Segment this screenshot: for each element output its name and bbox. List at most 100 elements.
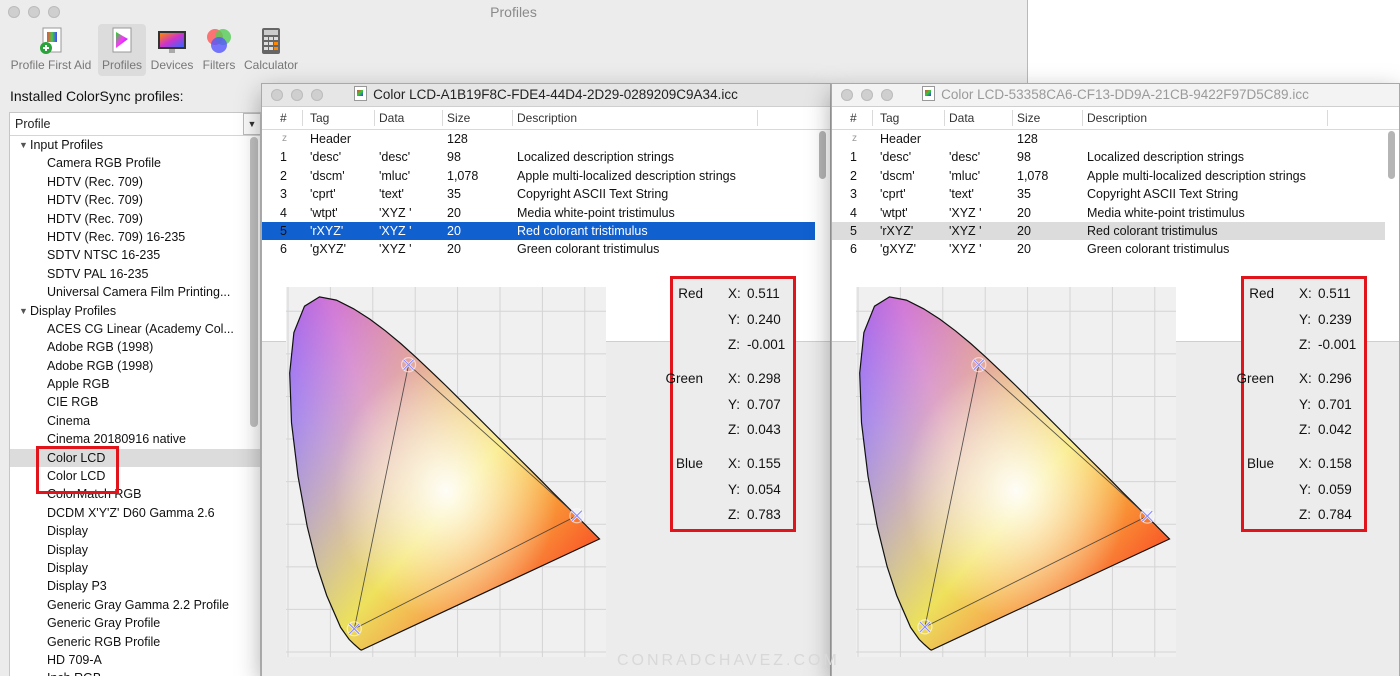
profile-group[interactable]: ▼ Input Profiles (10, 136, 260, 154)
toolbar-profiles[interactable]: Profiles (98, 24, 146, 76)
minimize-button[interactable] (291, 89, 303, 101)
table-row[interactable]: 1 'desc' 'desc' 98 Localized description str… (262, 148, 815, 166)
table-row[interactable]: 1 'desc' 'desc' 98 Localized description str… (832, 148, 1385, 166)
profile-item[interactable]: Adobe RGB (1998) (10, 357, 247, 375)
profile-item[interactable]: Inch RGB (10, 669, 247, 676)
toolbar-devices[interactable]: Devices (148, 24, 196, 76)
column-header-desc[interactable]: Description (517, 107, 577, 129)
profile-item[interactable]: Display (10, 541, 247, 559)
table-row[interactable]: 4 'wtpt' 'XYZ ' 20 Media white-point tristim… (832, 204, 1385, 222)
axis-label: Y: (728, 481, 741, 497)
axis-label: X: (728, 456, 741, 471)
zoom-button[interactable] (881, 89, 893, 101)
cell-desc: Media white-point tristimulus (1087, 205, 1245, 220)
toolbar-profile-first-aid[interactable]: Profile First Aid (8, 24, 94, 76)
profile-item[interactable]: SDTV PAL 16-235 (10, 265, 247, 283)
minimize-button[interactable] (28, 6, 40, 18)
profile-item[interactable]: Display (10, 559, 247, 577)
column-header-data[interactable]: Data (379, 107, 404, 129)
column-header-num[interactable]: # (850, 107, 857, 129)
column-header-tag[interactable]: Tag (880, 107, 899, 129)
profile-item[interactable]: Apple RGB (10, 375, 247, 393)
close-button[interactable] (271, 89, 283, 101)
disclosure-triangle-icon[interactable]: ▼ (19, 136, 28, 154)
profile-item[interactable]: CIE RGB (10, 393, 247, 411)
profile-item[interactable]: HDTV (Rec. 709) (10, 173, 247, 191)
cell-tag: 'desc' (310, 150, 342, 165)
profile-item[interactable]: Camera RGB Profile (10, 154, 247, 172)
minimize-button[interactable] (861, 89, 873, 101)
profile-item[interactable]: HDTV (Rec. 709) 16-235 (10, 228, 247, 246)
zoom-button[interactable] (311, 89, 323, 101)
profile-item[interactable]: Cinema (10, 412, 247, 430)
profile-item[interactable]: SDTV NTSC 16-235 (10, 246, 247, 264)
table-row[interactable]: 3 'cprt' 'text' 35 Copyright ASCII Text Stri… (262, 185, 815, 203)
sidebar-scrollbar[interactable] (250, 137, 258, 427)
column-header-tag[interactable]: Tag (310, 107, 329, 129)
toolbar-calculator[interactable]: Calculator (242, 24, 300, 76)
table-scrollbar[interactable] (1388, 131, 1395, 179)
profile-item[interactable]: Generic RGB Profile (10, 633, 247, 651)
toolbar-filters[interactable]: Filters (197, 24, 241, 76)
colorant-value-row: Y: 0.054 (673, 480, 793, 500)
colorant-value-row: Y: 0.240 (673, 310, 793, 330)
profile-item[interactable]: HD 709-A (10, 651, 247, 669)
profile-tree: ▼ Input Profiles Camera RGB Profile HDTV (R… (10, 136, 260, 676)
profile-item[interactable]: HDTV (Rec. 709) (10, 191, 247, 209)
cell-num: 4 (280, 205, 287, 220)
cell-desc: Apple multi-localized description string… (517, 168, 736, 183)
table-row[interactable]: 4 'wtpt' 'XYZ ' 20 Media white-point tristim… (262, 204, 815, 222)
column-header-desc[interactable]: Description (1087, 107, 1147, 129)
profile-popup[interactable]: Profile ▼ (10, 113, 260, 136)
icc-file-icon (354, 86, 368, 101)
column-header-size[interactable]: Size (1017, 107, 1040, 129)
column-header-size[interactable]: Size (447, 107, 470, 129)
axis-label: Z: (1299, 422, 1311, 438)
cell-size: 128 (447, 132, 468, 146)
chevron-down-icon[interactable]: ▼ (243, 113, 260, 135)
profile-item[interactable]: Display (10, 522, 247, 540)
devices-icon (157, 26, 187, 56)
disclosure-triangle-icon[interactable]: ▼ (19, 302, 28, 320)
profile-item[interactable]: Display P3 (10, 577, 247, 595)
table-row[interactable]: 6 'gXYZ' 'XYZ ' 20 Green colorant tristimulu… (262, 240, 815, 258)
colorant-values: Red X: 0.511 Y: 0.239 Z: -0.001 Green X: 0.296 Y: 0… (1236, 276, 1367, 532)
table-scrollbar[interactable] (819, 131, 826, 179)
colorant-y-value: 0.707 (747, 396, 781, 412)
cell-desc: Copyright ASCII Text String (517, 187, 669, 202)
table-row[interactable]: 5 'rXYZ' 'XYZ ' 20 Red colorant tristimulus (832, 221, 1385, 241)
cell-data: 'text' (379, 187, 404, 202)
close-button[interactable] (8, 6, 20, 18)
profile-item[interactable]: DCDM X'Y'Z' D60 Gamma 2.6 (10, 504, 247, 522)
table-row[interactable]: 2 'dscm' 'mluc' 1,078 Apple multi-localized … (832, 167, 1385, 185)
close-button[interactable] (841, 89, 853, 101)
profile-item[interactable]: Generic Gray Profile (10, 614, 247, 632)
profile-item[interactable]: Cinema 20180916 native (10, 430, 247, 448)
profile-item[interactable]: Color LCD (10, 467, 247, 485)
window-title-bar: Color LCD-53358CA6-CF13-DD9A-21CB-9422F9… (832, 84, 1399, 107)
profile-item[interactable]: Generic Gray Gamma 2.2 Profile (10, 596, 247, 614)
table-row[interactable]: 5 'rXYZ' 'XYZ ' 20 Red colorant tristimulus (262, 221, 815, 241)
zoom-button[interactable] (48, 6, 60, 18)
axis-label: Z: (728, 422, 740, 438)
profile-list[interactable]: Profile ▼ ▼ Input Profiles Camera RGB Prof… (9, 112, 261, 676)
table-row[interactable]: z Header 128 (262, 130, 815, 148)
profile-item[interactable]: Adobe RGB (1998) (10, 338, 247, 356)
profile-item[interactable]: Universal Camera Film Printing... (10, 283, 247, 301)
cell-num: 1 (850, 150, 857, 165)
table-row[interactable]: 2 'dscm' 'mluc' 1,078 Apple multi-localized … (262, 167, 815, 185)
column-header-num[interactable]: # (280, 107, 287, 129)
profiles-icon (107, 26, 137, 56)
chromaticity-diagram (286, 287, 606, 657)
table-row[interactable]: z Header 128 (832, 130, 1385, 148)
profile-item[interactable]: Color LCD (10, 448, 260, 468)
column-header-data[interactable]: Data (949, 107, 974, 129)
icc-file-icon (922, 86, 936, 101)
profile-group[interactable]: ▼ Display Profiles (10, 302, 260, 320)
table-row[interactable]: 6 'gXYZ' 'XYZ ' 20 Green colorant tristimulu… (832, 240, 1385, 258)
table-row[interactable]: 3 'cprt' 'text' 35 Copyright ASCII Text Stri… (832, 185, 1385, 203)
profile-item[interactable]: HDTV (Rec. 709) (10, 210, 247, 228)
profile-group-label: Display Profiles (30, 303, 117, 318)
profile-item[interactable]: ColorMatch RGB (10, 485, 247, 503)
profile-item[interactable]: ACES CG Linear (Academy Col... (10, 320, 247, 338)
